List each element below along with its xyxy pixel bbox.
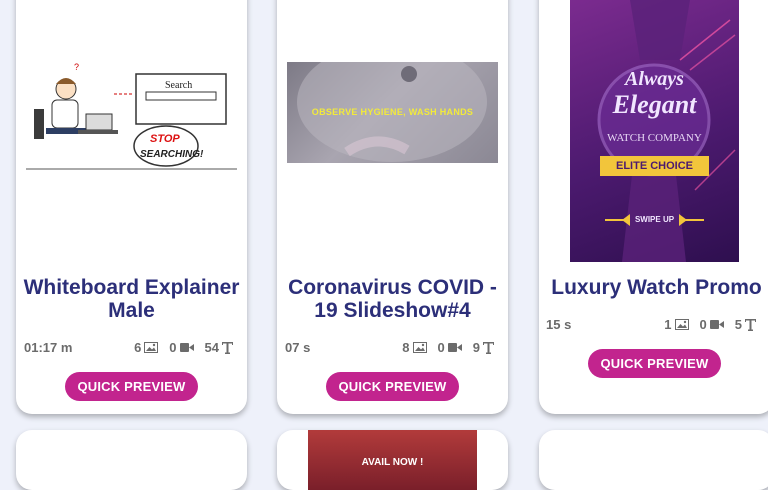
quick-preview-button[interactable]: QUICK PREVIEW xyxy=(588,349,721,378)
text-count: 9 xyxy=(472,340,480,355)
svg-text:?: ? xyxy=(74,62,79,72)
image-icon xyxy=(412,342,427,353)
card-title: Whiteboard Explainer Male xyxy=(23,276,240,322)
svg-text:SEARCHING!: SEARCHING! xyxy=(140,149,204,160)
video-camera-icon xyxy=(447,342,462,353)
video-count: 0 xyxy=(437,340,445,355)
text-t-icon xyxy=(222,342,233,354)
thumbnail-badge: ELITE CHOICE xyxy=(600,156,709,176)
card-title: Coronavirus COVID - 19 Slideshow#4 xyxy=(288,276,497,322)
image-count: 1 xyxy=(664,317,672,332)
image-icon xyxy=(144,342,159,353)
asset-stats: 8 0 9 xyxy=(402,340,494,355)
svg-text:STOP: STOP xyxy=(150,133,180,145)
template-card-row2-1[interactable] xyxy=(16,430,247,490)
thumbnail-whiteboard[interactable]: ? Search STOP SEARCHING! xyxy=(26,54,237,172)
template-card-whiteboard[interactable]: ? Search STOP SEARCHING! Whiteboard Expl… xyxy=(16,0,247,414)
template-card-row2-2[interactable]: AVAIL NOW ! xyxy=(277,430,508,490)
thumbnail-covid[interactable]: OBSERVE HYGIENE, WASH HANDS xyxy=(287,62,498,163)
video-count: 0 xyxy=(169,340,177,355)
thumbnail-swipe: SWIPE UP xyxy=(634,215,675,224)
thumbnail-subtitle: WATCH COMPANY xyxy=(607,132,702,144)
template-card-covid[interactable]: OBSERVE HYGIENE, WASH HANDS Coronavirus … xyxy=(277,0,508,414)
thumbnail-caption: OBSERVE HYGIENE, WASH HANDS xyxy=(311,107,474,117)
asset-stats: 6 0 54 xyxy=(134,340,233,355)
quick-preview-button[interactable]: QUICK PREVIEW xyxy=(65,372,198,401)
video-camera-icon xyxy=(709,319,724,330)
duration-label: 07 s xyxy=(285,340,311,355)
video-count: 0 xyxy=(699,317,707,332)
duration-label: 15 s xyxy=(546,317,572,332)
thumbnail-row2-2[interactable]: AVAIL NOW ! xyxy=(308,430,477,490)
duration-label: 01:17 m xyxy=(24,340,73,355)
video-camera-icon xyxy=(179,342,194,353)
text-t-icon xyxy=(483,342,494,354)
card-title: Luxury Watch Promo xyxy=(551,276,762,299)
thumbnail-caption: AVAIL NOW ! xyxy=(361,457,424,468)
text-count: 5 xyxy=(734,317,742,332)
svg-text:Search: Search xyxy=(165,80,192,91)
thumbnail-title-2: Elegant xyxy=(612,90,697,119)
text-t-icon xyxy=(745,319,756,331)
template-card-luxury-watch[interactable]: Always Elegant WATCH COMPANY ELITE CHOIC… xyxy=(539,0,768,414)
thumbnail-title-1: Always xyxy=(625,68,684,90)
quick-preview-button[interactable]: QUICK PREVIEW xyxy=(326,372,459,401)
image-count: 6 xyxy=(134,340,142,355)
text-count: 54 xyxy=(204,340,219,355)
asset-stats: 1 0 5 xyxy=(664,317,756,332)
image-icon xyxy=(674,319,689,330)
template-card-row2-3[interactable] xyxy=(539,430,768,490)
thumbnail-luxury-watch[interactable]: Always Elegant WATCH COMPANY ELITE CHOIC… xyxy=(570,0,739,262)
image-count: 8 xyxy=(402,340,410,355)
whiteboard-illustration: ? Search STOP SEARCHING! xyxy=(26,62,237,170)
